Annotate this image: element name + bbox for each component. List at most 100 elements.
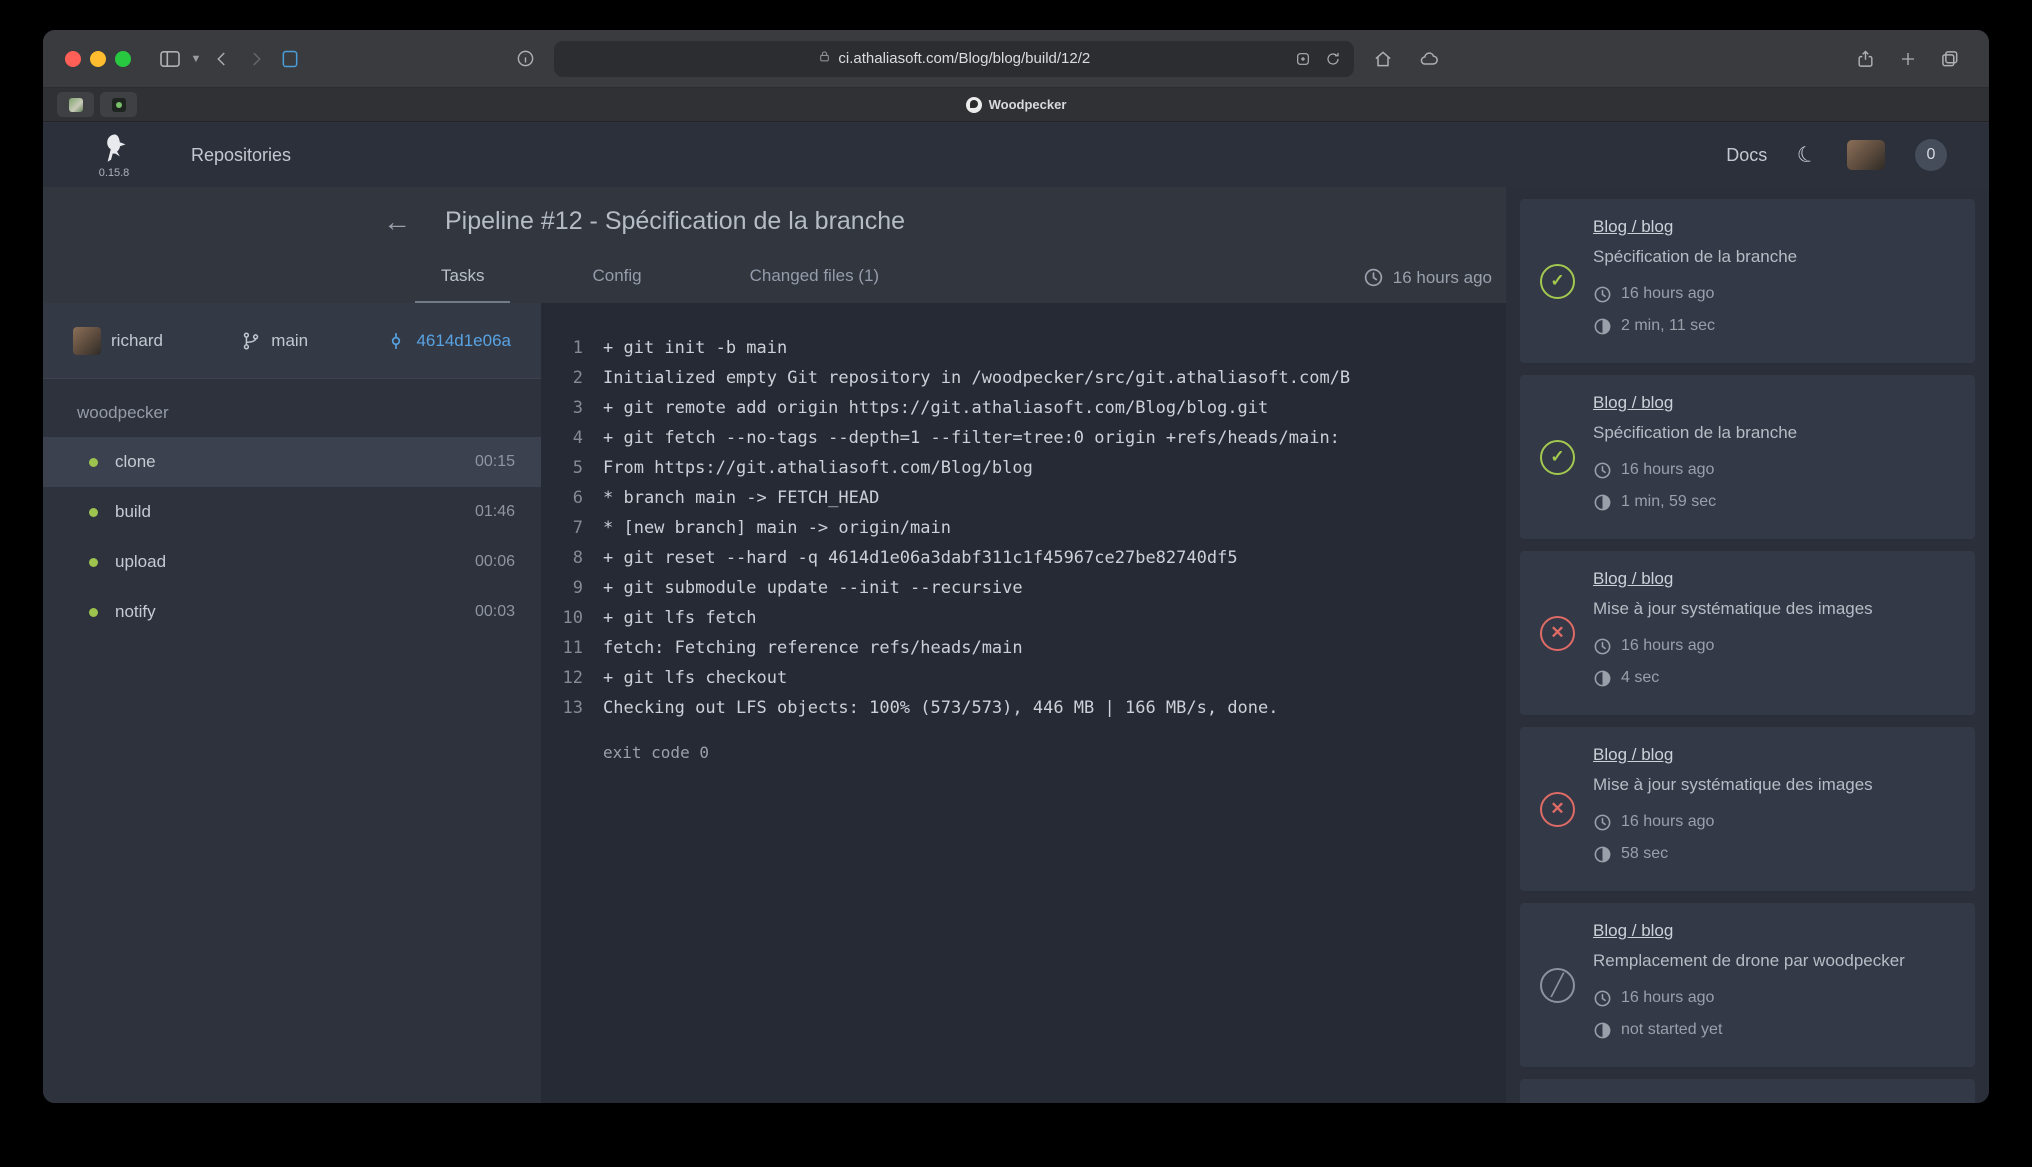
clock-icon — [1593, 989, 1612, 1008]
log-line: 3 + git remote add origin https://git.at… — [555, 393, 1506, 423]
log-line: 5 From https://git.athaliasoft.com/Blog/… — [555, 453, 1506, 483]
log-line: 4 + git fetch --no-tags --depth=1 --filt… — [555, 423, 1506, 453]
clock-icon — [1593, 813, 1612, 832]
navbar-right: Docs ☾ 0 — [1726, 139, 1947, 171]
notification-badge[interactable]: 0 — [1915, 139, 1947, 171]
pipeline-feed-item[interactable]: Blog / blog Mise à jour systématique des… — [1520, 727, 1975, 891]
pipeline-step[interactable]: upload 00:06 — [43, 537, 541, 587]
browser-window: ▼ ci.athaliasoft.com/Blog/blog/build/12/… — [43, 30, 1989, 1103]
log-line: 9 + git submodule update --init --recurs… — [555, 573, 1506, 603]
active-tab[interactable]: Woodpecker — [966, 97, 1067, 113]
pipeline-status-icon — [1540, 1097, 1575, 1103]
new-tab-icon[interactable] — [1891, 44, 1925, 74]
pipeline-tab[interactable]: Tasks — [415, 266, 510, 303]
log-line: 8 + git reset --hard -q 4614d1e06a3dabf3… — [555, 543, 1506, 573]
nav-repositories-link[interactable]: Repositories — [191, 145, 291, 166]
pipeline-feed-item[interactable]: Blog / blog Remplacement de drone par wo… — [1520, 903, 1975, 1067]
pipeline-header: ← Pipeline #12 - Spécification de la bra… — [43, 187, 1506, 303]
pipeline-tab[interactable]: Changed files (1) — [724, 266, 905, 303]
back-arrow-button[interactable]: ← — [383, 208, 411, 236]
pipeline-feed-item[interactable]: Blog / blog Spécification de la branche … — [1520, 199, 1975, 363]
repo-link[interactable]: Blog / blog — [1593, 921, 1673, 941]
clock-icon — [1593, 637, 1612, 656]
back-button[interactable] — [205, 44, 239, 74]
theme-toggle-moon-icon[interactable]: ☾ — [1794, 140, 1821, 171]
log-line-number: 10 — [555, 603, 583, 633]
step-status-dot — [89, 608, 98, 617]
woodpecker-logo[interactable]: 0.15.8 — [95, 132, 133, 179]
reload-icon[interactable] — [1320, 47, 1346, 71]
url-text: ci.athaliasoft.com/Blog/blog/build/12/2 — [838, 50, 1090, 67]
pipeline-tab[interactable]: Config — [566, 266, 667, 303]
exit-code: exit code 0 — [555, 743, 1506, 762]
privacy-info-icon[interactable] — [508, 44, 542, 74]
commit-message: Spécification de la branche — [1593, 423, 1797, 443]
step-status-dot — [89, 458, 98, 467]
pipeline-status-icon — [1540, 440, 1575, 475]
pipeline-feed-item[interactable]: Blog / blog Mise à jour systématique des… — [1520, 551, 1975, 715]
user-avatar[interactable] — [1847, 140, 1885, 170]
cloud-tabs-icon[interactable] — [1412, 44, 1446, 74]
duration-icon — [1593, 317, 1612, 336]
pipeline-content: richard main 4614d1e06a woodpecker — [43, 303, 1506, 1103]
log-line-number: 8 — [555, 543, 583, 573]
pipeline-status-icon — [1540, 264, 1575, 299]
branch-icon — [241, 331, 261, 351]
extension-icon[interactable] — [1290, 47, 1316, 71]
repo-link[interactable]: Blog / blog — [1593, 569, 1673, 589]
pipeline-step[interactable]: build 01:46 — [43, 487, 541, 537]
browser-toolbar: ▼ ci.athaliasoft.com/Blog/blog/build/12/… — [43, 30, 1989, 88]
sidebar-toggle-icon[interactable] — [153, 44, 187, 74]
build-duration: 4 sec — [1593, 665, 1873, 691]
build-time: 16 hours ago — [1593, 985, 1905, 1011]
log-line: 10 + git lfs fetch — [555, 603, 1506, 633]
pipeline-step[interactable]: clone 00:15 — [43, 437, 541, 487]
pipeline-feed-item[interactable]: Blog / blog Spécification de la branche … — [1520, 375, 1975, 539]
tab-title: Woodpecker — [989, 97, 1067, 112]
pipeline-step[interactable]: notify 00:03 — [43, 587, 541, 637]
tab-overview-icon[interactable] — [1933, 44, 1967, 74]
author-avatar — [73, 327, 101, 355]
commit-meta-row: richard main 4614d1e06a — [43, 303, 541, 379]
pinned-tab[interactable] — [100, 92, 137, 117]
steps-panel: richard main 4614d1e06a woodpecker — [43, 303, 541, 1103]
close-window-button[interactable] — [65, 51, 81, 67]
repo-link[interactable]: Blog / blog — [1593, 393, 1673, 413]
address-zone: ci.athaliasoft.com/Blog/blog/build/12/2 — [508, 41, 1446, 77]
log-panel[interactable]: 1 + git init -b main 2 Initialized empty… — [541, 303, 1506, 1103]
pipeline-title: Pipeline #12 - Spécification de la branc… — [445, 207, 905, 236]
pipeline-status-icon — [1540, 792, 1575, 827]
address-bar[interactable]: ci.athaliasoft.com/Blog/blog/build/12/2 — [554, 41, 1354, 77]
pipeline-feed-sidebar[interactable]: Blog / blog Spécification de la branche … — [1506, 187, 1989, 1103]
log-line-number: 11 — [555, 633, 583, 663]
zoom-window-button[interactable] — [115, 51, 131, 67]
home-icon[interactable] — [1366, 44, 1400, 74]
pinned-tab[interactable] — [57, 92, 94, 117]
duration-icon — [1593, 1021, 1612, 1040]
pinned-tabs — [57, 92, 137, 117]
repo-link[interactable]: Blog / blog — [1593, 217, 1673, 237]
app-body: ← Pipeline #12 - Spécification de la bra… — [43, 187, 1989, 1103]
repo-link[interactable]: Blog / blog — [1593, 745, 1673, 765]
woodpecker-app: 0.15.8 Repositories Docs ☾ 0 ← Pipeline … — [43, 123, 1989, 1103]
chevron-down-icon[interactable]: ▼ — [187, 44, 205, 74]
share-icon[interactable] — [1849, 44, 1883, 74]
build-duration: 2 min, 11 sec — [1593, 313, 1797, 339]
tab-bar: Woodpecker — [43, 88, 1989, 122]
log-line-number: 2 — [555, 363, 583, 393]
build-time: 16 hours ago — [1593, 809, 1873, 835]
log-line-number: 6 — [555, 483, 583, 513]
log-line: 7 * [new branch] main -> origin/main — [555, 513, 1506, 543]
commit-hash-link[interactable]: 4614d1e06a — [416, 331, 511, 351]
nav-docs-link[interactable]: Docs — [1726, 145, 1767, 166]
workflow-name: woodpecker — [43, 379, 541, 437]
pipeline-author: richard — [73, 327, 163, 355]
step-status-dot — [89, 558, 98, 567]
repo-link[interactable]: Blog / blog — [1593, 1100, 1673, 1104]
pipeline-commit[interactable]: 4614d1e06a — [386, 331, 511, 351]
pipeline-tabs: Tasks Config Changed files (1) 16 hours … — [43, 266, 1506, 303]
minimize-window-button[interactable] — [90, 51, 106, 67]
start-page-icon[interactable] — [273, 44, 307, 74]
forward-button[interactable] — [239, 44, 273, 74]
pipeline-feed-item[interactable]: Blog / blog — [1520, 1079, 1975, 1103]
